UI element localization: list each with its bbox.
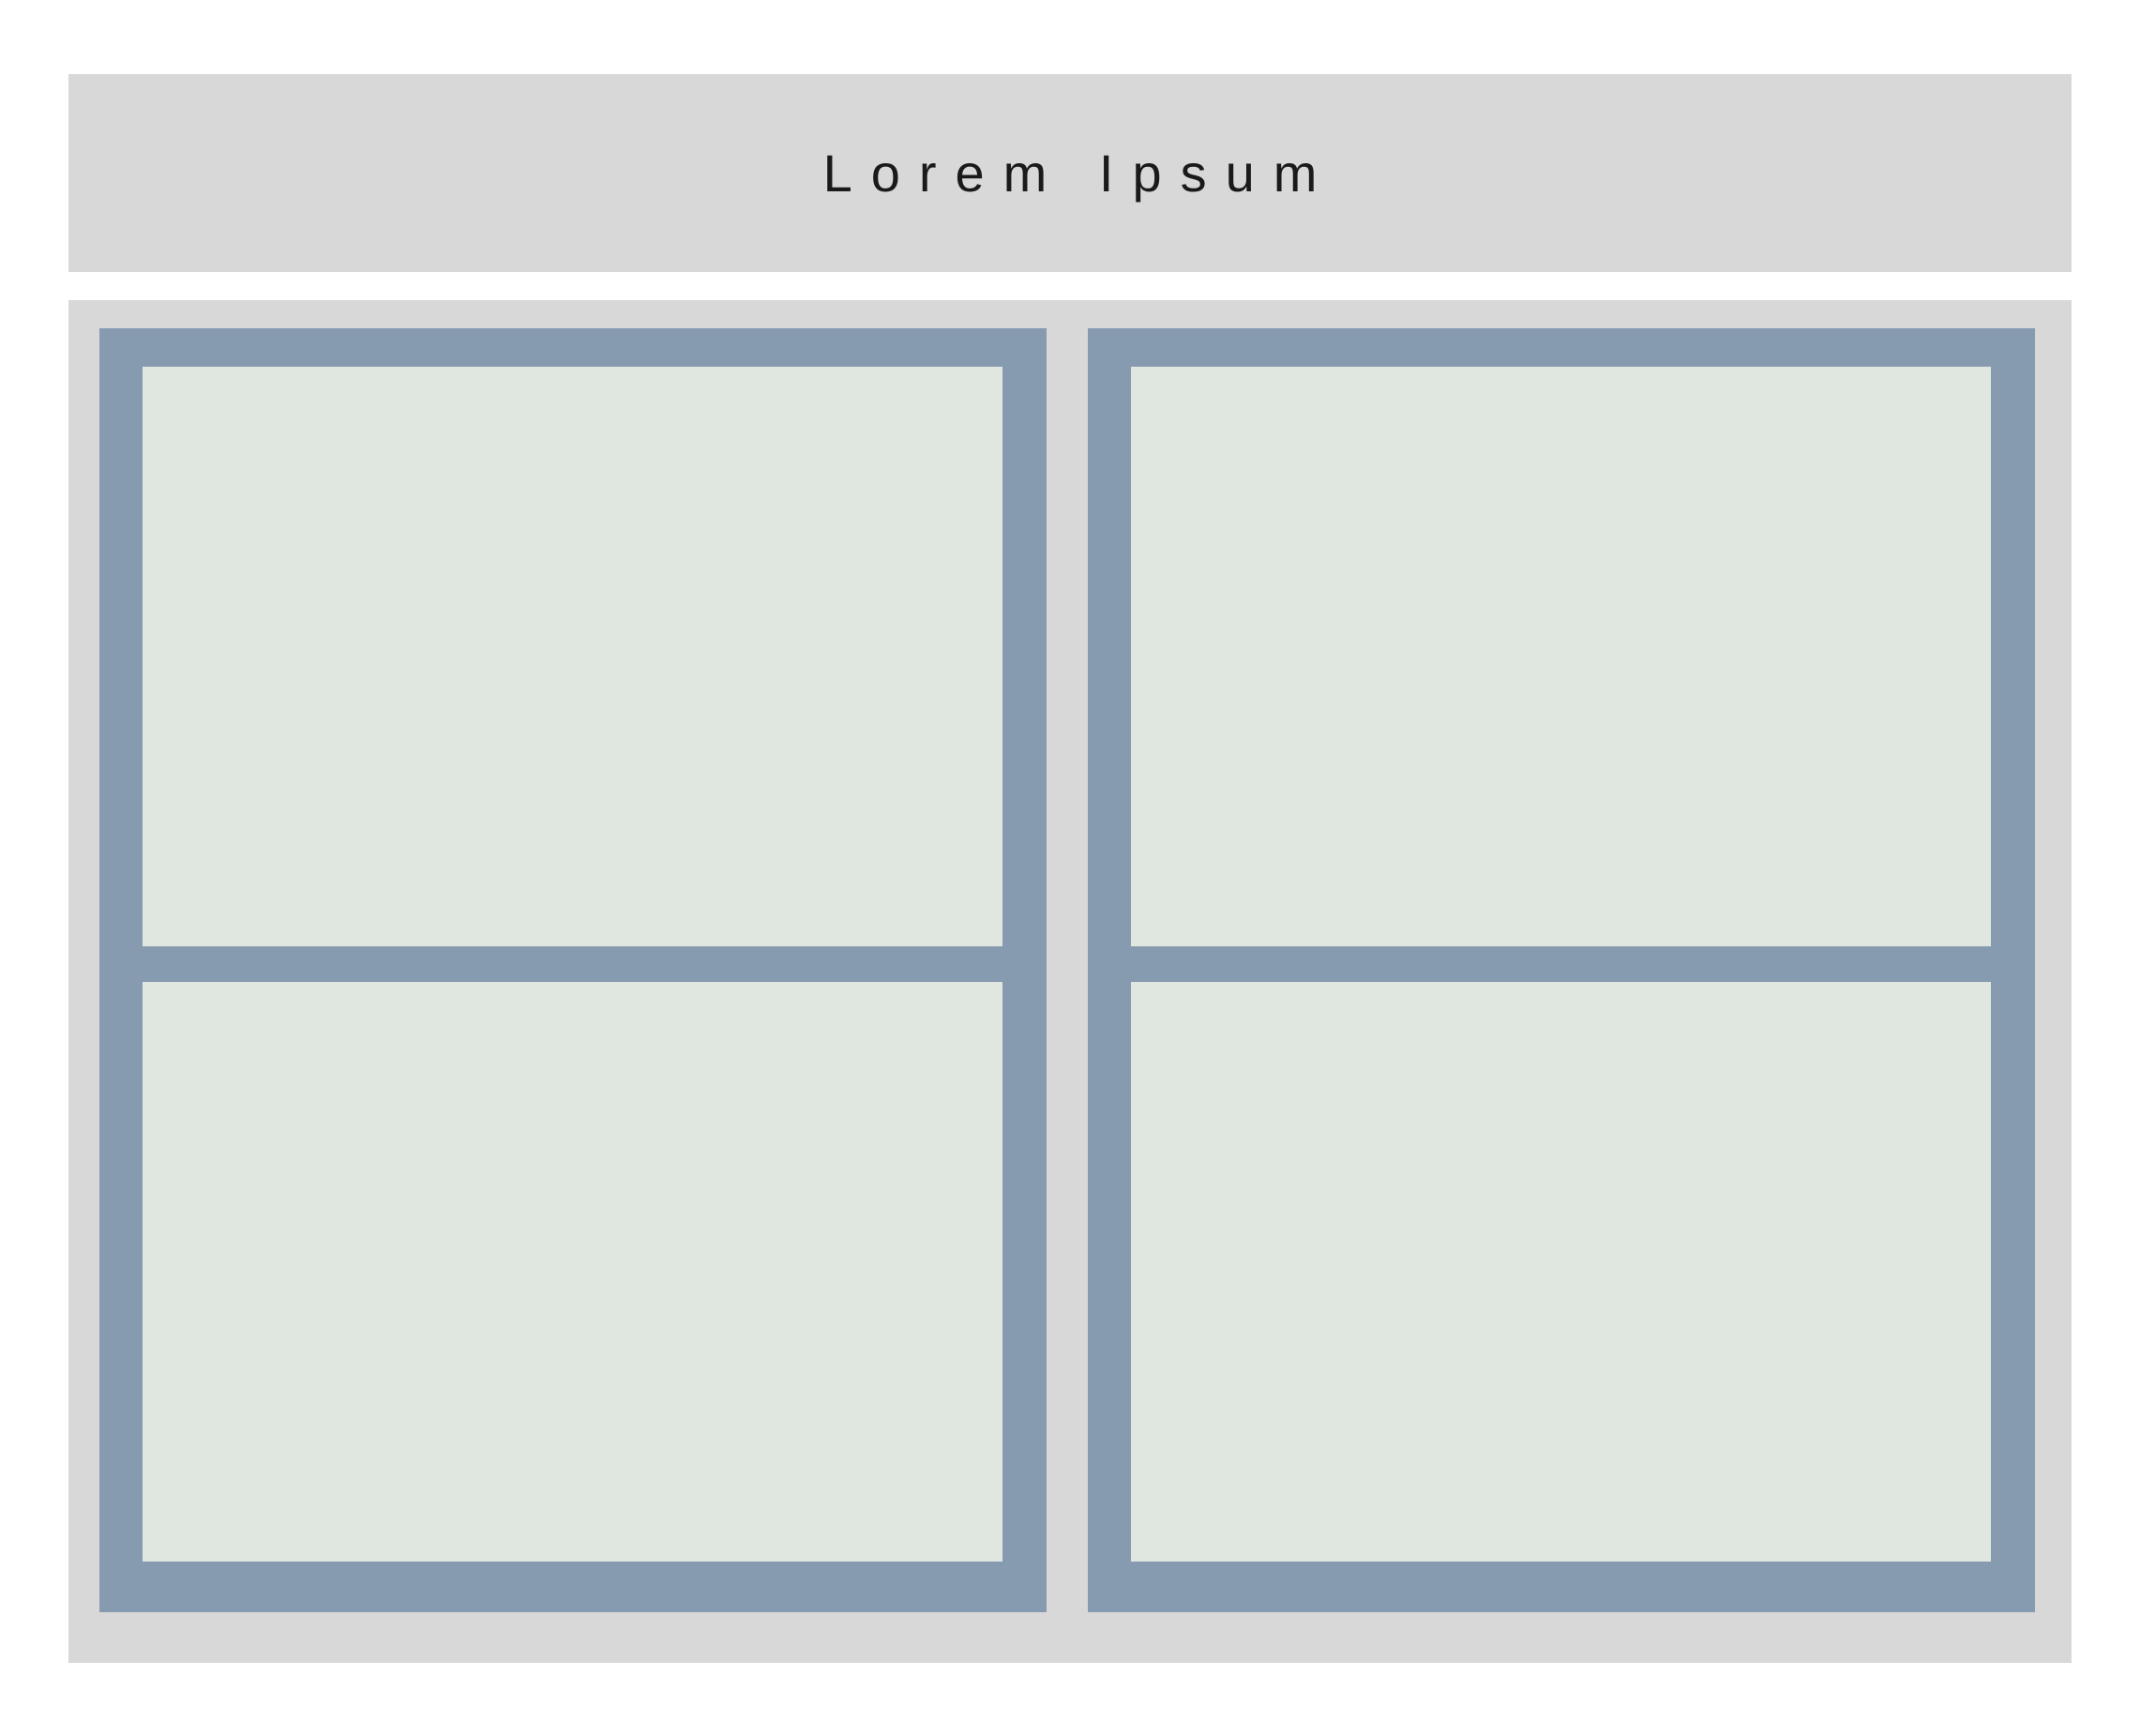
page-title: Lorem Ipsum — [822, 143, 1336, 203]
left-top-cell — [143, 367, 1002, 946]
header-bar: Lorem Ipsum — [68, 74, 2072, 272]
main-panel — [68, 300, 2072, 1663]
right-bottom-cell — [1131, 982, 1991, 1562]
left-bottom-cell — [143, 982, 1002, 1562]
right-top-cell — [1131, 367, 1991, 946]
right-column-frame — [1088, 328, 2035, 1612]
left-column-frame — [99, 328, 1047, 1612]
